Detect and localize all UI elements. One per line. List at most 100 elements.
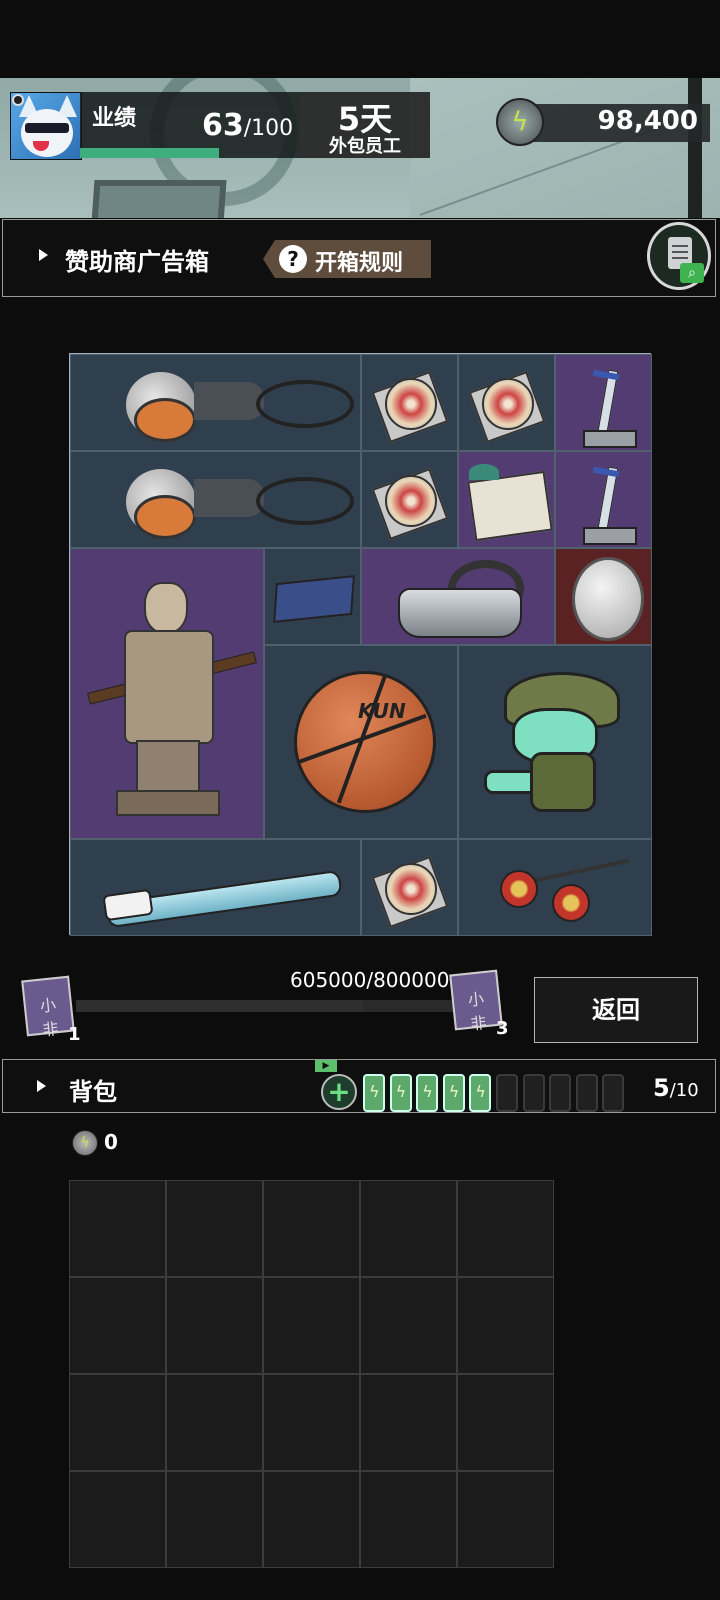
backpack-slot[interactable]: [166, 1471, 263, 1568]
hair-dryer-icon[interactable]: [70, 354, 361, 451]
item-art: [460, 840, 650, 936]
backpack-slot[interactable]: [360, 1180, 457, 1277]
item-art: [72, 564, 262, 824]
item-art-visor: [398, 587, 522, 638]
item-art-m1: [500, 869, 538, 908]
item-art: [86, 358, 354, 448]
right-ticket-level: 3: [496, 1018, 509, 1039]
performance-value: 63/100: [202, 108, 293, 143]
backpack-slot[interactable]: [166, 1180, 263, 1277]
item-art-stand: [116, 789, 220, 816]
item-art: [459, 452, 555, 548]
backpack-slot[interactable]: [360, 1277, 457, 1374]
currency-display: ϟ 98,400: [496, 98, 710, 146]
sponsor-box-header: 赞助商广告箱 ? 开箱规则 ⌕: [2, 219, 716, 297]
backpack-slot[interactable]: [69, 1277, 166, 1374]
backpack-slot[interactable]: [457, 1180, 554, 1277]
postcard-icon[interactable]: [458, 451, 555, 548]
performance-current: 63: [202, 108, 244, 143]
battery-icon: [363, 1074, 385, 1112]
gear-icon[interactable]: [12, 94, 24, 106]
sword-trophy-icon[interactable]: [555, 354, 652, 451]
backpack-slot[interactable]: [263, 1471, 360, 1568]
backpack-slot[interactable]: [69, 1471, 166, 1568]
clipboard-search-icon[interactable]: ⌕: [647, 222, 711, 290]
box-item-grid: KUN: [69, 353, 652, 936]
item-art-chain: [520, 858, 630, 885]
item-art-mouth: [133, 397, 196, 442]
backpack-header: 背包 ▶ + 5/10: [2, 1059, 716, 1113]
backpack-slot[interactable]: [263, 1180, 360, 1277]
item-art-cd: [384, 862, 437, 915]
currency-value: 98,400: [597, 106, 698, 136]
avatar-sunglasses: [25, 123, 69, 133]
back-button[interactable]: 返回: [534, 977, 698, 1043]
item-art: [365, 455, 455, 545]
backpack-slot[interactable]: [360, 1374, 457, 1471]
avatar-face: [21, 109, 73, 157]
backpack-grid: [69, 1180, 554, 1568]
backpack-coin-value: 0: [104, 1130, 118, 1154]
sword-trophy-icon[interactable]: [555, 451, 652, 548]
basketball-icon[interactable]: KUN: [264, 645, 458, 839]
item-art-palm: [468, 463, 499, 480]
triangle-right-icon: [37, 1080, 46, 1092]
cd-disc-icon[interactable]: [361, 839, 458, 936]
item-art: [559, 358, 649, 448]
terracotta-warrior-icon[interactable]: [70, 548, 264, 839]
item-art-t: KUN: [358, 699, 406, 723]
silver-coin-icon[interactable]: [555, 548, 652, 645]
battery-current: 5: [653, 1074, 670, 1102]
hair-dryer-icon[interactable]: [70, 451, 361, 548]
item-art: [556, 549, 652, 645]
item-art-base: [582, 526, 637, 545]
item-art: [368, 552, 548, 642]
toothbrush-icon[interactable]: [70, 839, 361, 936]
video-ad-icon: ▶: [315, 1060, 337, 1072]
backpack-slot[interactable]: [166, 1374, 263, 1471]
battery-icon: [575, 1074, 598, 1112]
battery-icon: [469, 1074, 492, 1112]
item-art: [559, 455, 649, 545]
performance-bar-fill: [80, 148, 219, 158]
vr-headset-icon[interactable]: [361, 548, 555, 645]
item-art-neck: [193, 381, 264, 420]
backpack-slot[interactable]: [166, 1277, 263, 1374]
ssd-drive-icon[interactable]: [264, 548, 361, 645]
item-art-head: [144, 581, 188, 634]
add-battery-button[interactable]: +: [321, 1074, 357, 1110]
flail-mace-icon[interactable]: [458, 839, 652, 936]
progress-text: 605000/800000: [290, 968, 450, 992]
cd-disc-icon[interactable]: [361, 354, 458, 451]
backpack-slot[interactable]: [457, 1471, 554, 1568]
backpack-slot[interactable]: [263, 1277, 360, 1374]
battery-count: 5/10: [653, 1074, 699, 1102]
item-art: [460, 652, 650, 832]
battery-icon: [496, 1074, 518, 1112]
sponsor-title: 赞助商广告箱: [65, 248, 209, 276]
cd-disc-icon[interactable]: [361, 451, 458, 548]
item-art: [265, 549, 361, 645]
item-art-cd: [384, 474, 437, 527]
performance-meter: 业绩 63/100: [80, 92, 300, 158]
backpack-slot[interactable]: [457, 1374, 554, 1471]
backpack-slot[interactable]: [457, 1277, 554, 1374]
item-art: [365, 843, 455, 933]
item-art-b: [294, 671, 436, 813]
backpack-slot[interactable]: [263, 1374, 360, 1471]
item-art-base: [582, 429, 637, 448]
battery-icon: [389, 1074, 412, 1112]
cd-disc-icon[interactable]: [458, 354, 555, 451]
performance-label: 业绩: [92, 106, 137, 131]
backpack-slot[interactable]: [360, 1471, 457, 1568]
days-panel: 5天 外包员工: [300, 92, 430, 158]
backpack-slot[interactable]: [69, 1180, 166, 1277]
performance-panel: 业绩 63/100 5天 外包员工: [10, 92, 430, 162]
rules-button[interactable]: ? 开箱规则: [263, 240, 431, 278]
rules-label: 开箱规则: [315, 251, 404, 276]
backpack-slot[interactable]: [69, 1374, 166, 1471]
frog-character-icon[interactable]: [458, 645, 652, 839]
item-art-cord: [255, 379, 354, 428]
battery-icon: [602, 1074, 625, 1112]
ticket-icon: 小非: [449, 969, 503, 1034]
